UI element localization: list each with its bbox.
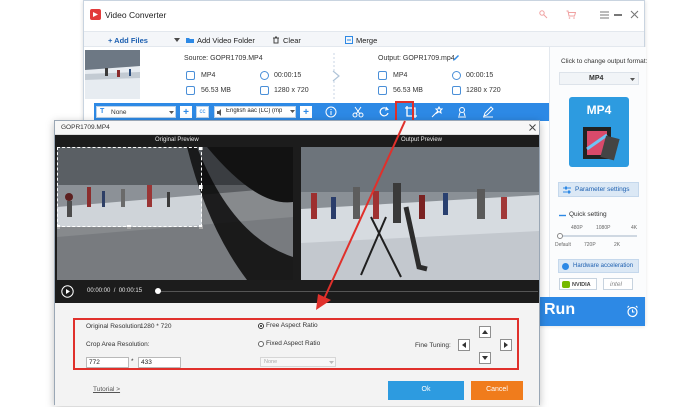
annotation-arrow <box>316 120 406 310</box>
